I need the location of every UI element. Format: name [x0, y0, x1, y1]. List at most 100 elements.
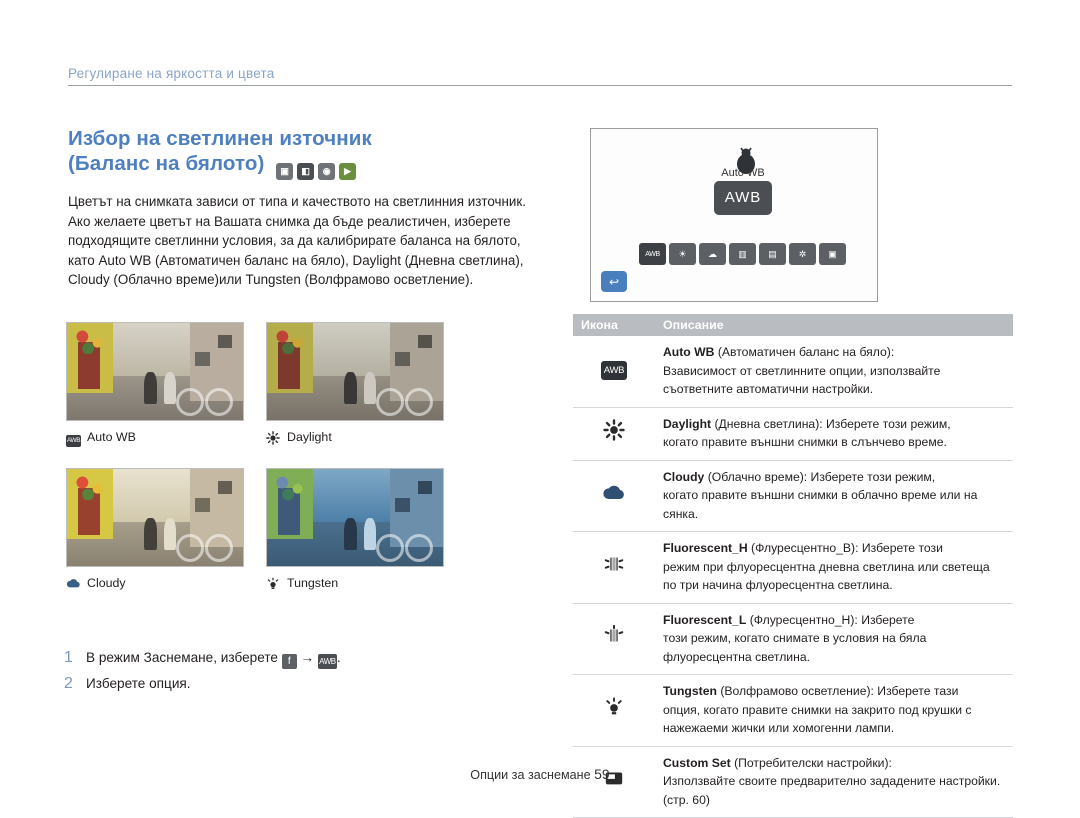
awb-value: AWB — [714, 181, 772, 215]
cloud-icon — [66, 577, 81, 590]
step-text-after: . — [336, 650, 341, 665]
sample-caption-daylight: Daylight — [266, 428, 442, 446]
option-description: режим при флуоресцентна дневна светлина … — [663, 559, 990, 593]
back-arrow-icon[interactable]: ↩ — [601, 271, 627, 292]
strip-option-awb[interactable]: AWB — [639, 243, 666, 265]
option-name: Cloudy — [663, 469, 705, 484]
strip-option-custom-set[interactable]: ▣ — [819, 243, 846, 265]
sun-icon — [266, 430, 281, 445]
table-cell-description: Fluorescent_H (Флуресцентно_В): Изберете… — [655, 531, 1013, 604]
sample-caption-tungsten: Tungsten — [266, 574, 442, 592]
option-name: Tungsten — [663, 684, 717, 698]
table-header-description: Описание — [655, 314, 1013, 336]
footer-text: Опции за заснемане — [470, 768, 591, 782]
sample-cell-tungsten: Tungsten — [266, 468, 444, 592]
step-number: 1 — [64, 649, 73, 666]
sun-icon — [602, 419, 626, 443]
step-2: 2 Изберете опция. — [64, 671, 544, 697]
sample-caption-text: Cloudy — [87, 576, 126, 590]
table-cell-description: Auto WB (Автоматичен баланс на бяло): Вз… — [655, 336, 1013, 408]
white-balance-option-strip[interactable]: AWB ☀ ☁ ▥ ▤ ✲ ▣ — [639, 243, 846, 265]
table-row: Cloudy (Облачно време): Изберете този ре… — [573, 460, 1013, 532]
bulb-icon — [266, 577, 281, 590]
strip-option-fluorescent-h[interactable]: ▥ — [729, 243, 756, 265]
sample-row-bottom: Cloudy Tungsten — [66, 468, 536, 592]
table-body: AWB Auto WB (Автоматичен баланс на бяло)… — [573, 336, 1013, 818]
cloud-icon — [602, 483, 626, 507]
table-cell-icon — [573, 407, 655, 461]
section-title-line2: (Баланс на бялото) — [68, 152, 265, 175]
strip-option-fluorescent-l[interactable]: ▤ — [759, 243, 786, 265]
step-arrow: → — [300, 650, 315, 665]
title-icon-group: ▣ ◧ ◉ ▶ — [276, 163, 357, 180]
table-cell-description: Fluorescent_L (Флуресцентно_Н): Изберете… — [655, 603, 1013, 675]
sample-image-grid: AWB Auto WB Daylight Cloudy Tungsten — [66, 322, 536, 592]
scene-tungsten — [267, 469, 443, 566]
option-name-rest: (Автоматичен баланс на бяло): — [714, 345, 895, 359]
scene-auto-wb — [67, 323, 243, 420]
running-head-text: Регулиране на яркостта и цвета — [68, 66, 275, 81]
sample-caption-text: Daylight — [287, 430, 332, 444]
running-head-rule — [68, 85, 1012, 86]
sample-image-tungsten — [266, 468, 444, 567]
sample-caption-auto-wb: AWB Auto WB — [66, 428, 242, 447]
strip-option-daylight[interactable]: ☀ — [669, 243, 696, 265]
sample-image-daylight — [266, 322, 444, 421]
table-header: Икона Описание — [573, 314, 1013, 336]
steps-list: 1 В режим Заснемане, изберете f → AWB. 2… — [64, 645, 544, 697]
table-row: Fluorescent_H (Флуресцентно_В): Изберете… — [573, 531, 1013, 604]
page-title: Избор на светлинен източник (Баланс на б… — [68, 126, 538, 180]
step-text: В режим Заснемане, изберете f → AWB. — [86, 645, 341, 671]
sample-caption-cloudy: Cloudy — [66, 574, 242, 592]
option-name: Auto WB — [663, 345, 715, 359]
table-row: Fluorescent_L (Флуресцентно_Н): Изберете… — [573, 603, 1013, 675]
sample-cell-daylight: Daylight — [266, 322, 444, 446]
table-row: AWB Auto WB (Автоматичен баланс на бяло)… — [573, 336, 1013, 408]
strip-option-tungsten[interactable]: ✲ — [789, 243, 816, 265]
running-head: Регулиране на яркостта и цвета — [68, 66, 1012, 86]
camera-screen-inner: Auto WB AWB AWB ☀ ☁ ▥ ▤ ✲ ▣ ↩ — [591, 129, 877, 301]
table-header-row: Икона Описание — [573, 314, 1013, 336]
white-balance-options-table: Икона Описание AWB Auto WB (Автоматичен … — [573, 314, 1013, 818]
page-number: 59 — [594, 766, 610, 782]
shooting-mode-icon: f — [281, 654, 297, 669]
option-description: когато правите външни снимки в облачно в… — [663, 488, 978, 521]
option-description: опция, когато правите снимки на закрито … — [663, 702, 972, 736]
step-text-before: В режим Заснемане, изберете — [86, 650, 278, 665]
step-1: 1 В режим Заснемане, изберете f → AWB. — [64, 645, 544, 671]
smart-auto-icon: ◉ — [318, 163, 336, 180]
option-name: Fluorescent_H — [663, 541, 748, 555]
sample-caption-text: Tungsten — [287, 576, 339, 590]
awb-label: Auto WB — [721, 167, 765, 179]
photo-mode-icon: ▣ — [276, 163, 294, 180]
awb-icon: AWB — [66, 431, 81, 447]
option-name-rest: (Флуресцентно_Н): Изберете — [746, 612, 915, 627]
bulb-icon — [602, 696, 626, 720]
option-name-rest: (Дневна светлина): Изберете този режим, — [711, 416, 951, 431]
table-cell-icon — [573, 531, 655, 604]
step-number: 2 — [64, 675, 73, 692]
sample-row-top: AWB Auto WB Daylight — [66, 322, 536, 447]
fluorescent-h-icon — [602, 553, 626, 577]
strip-option-cloudy[interactable]: ☁ — [699, 243, 726, 265]
option-description: този режим, когато снимате в условия на … — [663, 631, 927, 664]
camera-screen-illustration: Auto WB AWB AWB ☀ ☁ ▥ ▤ ✲ ▣ ↩ — [590, 128, 878, 302]
option-name: Fluorescent_L — [663, 612, 747, 627]
awb-icon: AWB — [601, 361, 627, 381]
table-cell-description: Cloudy (Облачно време): Изберете този ре… — [655, 460, 1013, 532]
sample-image-auto-wb — [66, 322, 244, 421]
table-cell-description: Tungsten (Волфрамово осветление): Избере… — [655, 674, 1013, 747]
sample-cell-auto-wb: AWB Auto WB — [66, 322, 244, 447]
option-name: Daylight — [663, 416, 712, 431]
table-cell-icon — [573, 603, 655, 675]
table-row: Tungsten (Волфрамово осветление): Избере… — [573, 674, 1013, 747]
option-name-rest: (Облачно време): Изберете този режим, — [704, 469, 936, 484]
dual-is-icon: ◧ — [297, 163, 315, 180]
sample-image-cloudy — [66, 468, 244, 567]
sample-caption-text: Auto WB — [87, 430, 136, 444]
table-header-icon: Икона — [573, 314, 655, 336]
awb-badge: Auto WB AWB — [711, 167, 775, 215]
option-name-rest: (Флуресцентно_В): Изберете този — [747, 541, 943, 555]
section-title-line1: Избор на светлинен източник — [68, 127, 372, 150]
table-cell-icon — [573, 460, 655, 532]
